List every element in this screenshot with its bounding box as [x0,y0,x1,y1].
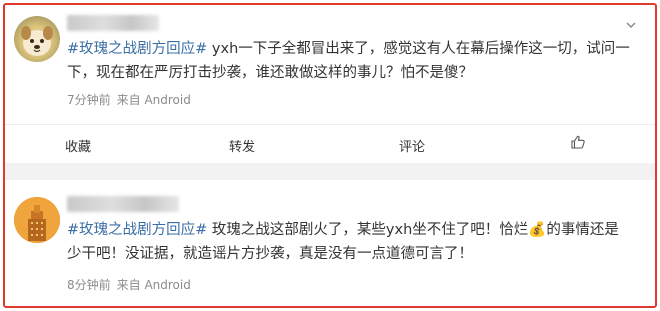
post-time: 7分钟前 [67,93,111,107]
post-content: #玫瑰之战剧方回应# 玫瑰之战这部剧火了，某些yxh坐不住了吧！恰烂💰的事情还是… [67,218,632,266]
username-blurred[interactable] [67,15,159,31]
repost-button[interactable]: 转发 [229,136,255,155]
post-content: #玫瑰之战剧方回应# yxh一下子全都冒出来了，感觉这有人在幕后操作这一切，试问… [67,37,632,85]
avatar[interactable] [14,197,60,243]
comment-button[interactable]: 评论 [399,136,425,155]
post-meta: 7分钟前 来自 Android [67,91,191,108]
post-card: #玫瑰之战剧方回应# 玫瑰之战这部剧火了，某些yxh坐不住了吧！恰烂💰的事情还是… [5,186,655,306]
chevron-down-icon[interactable] [625,19,637,31]
dog-avatar-icon [21,26,53,56]
hashtag-link[interactable]: #玫瑰之战剧方回应# [67,41,207,57]
post-separator [5,163,655,180]
building-avatar-icon [14,197,60,243]
post-time: 8分钟前 [67,278,111,292]
avatar[interactable] [14,16,60,62]
favorite-button[interactable]: 收藏 [65,136,91,155]
action-bar: 收藏 转发 评论 [5,124,655,163]
post-card: #玫瑰之战剧方回应# yxh一下子全都冒出来了，感觉这有人在幕后操作这一切，试问… [5,5,655,123]
hashtag-link[interactable]: #玫瑰之战剧方回应# [67,222,207,238]
post-meta: 8分钟前 来自 Android [67,276,191,293]
post-source: 来自 Android [116,93,191,107]
post-source: 来自 Android [116,278,191,292]
username-blurred[interactable] [67,196,179,212]
thumbs-up-icon[interactable] [570,134,586,150]
